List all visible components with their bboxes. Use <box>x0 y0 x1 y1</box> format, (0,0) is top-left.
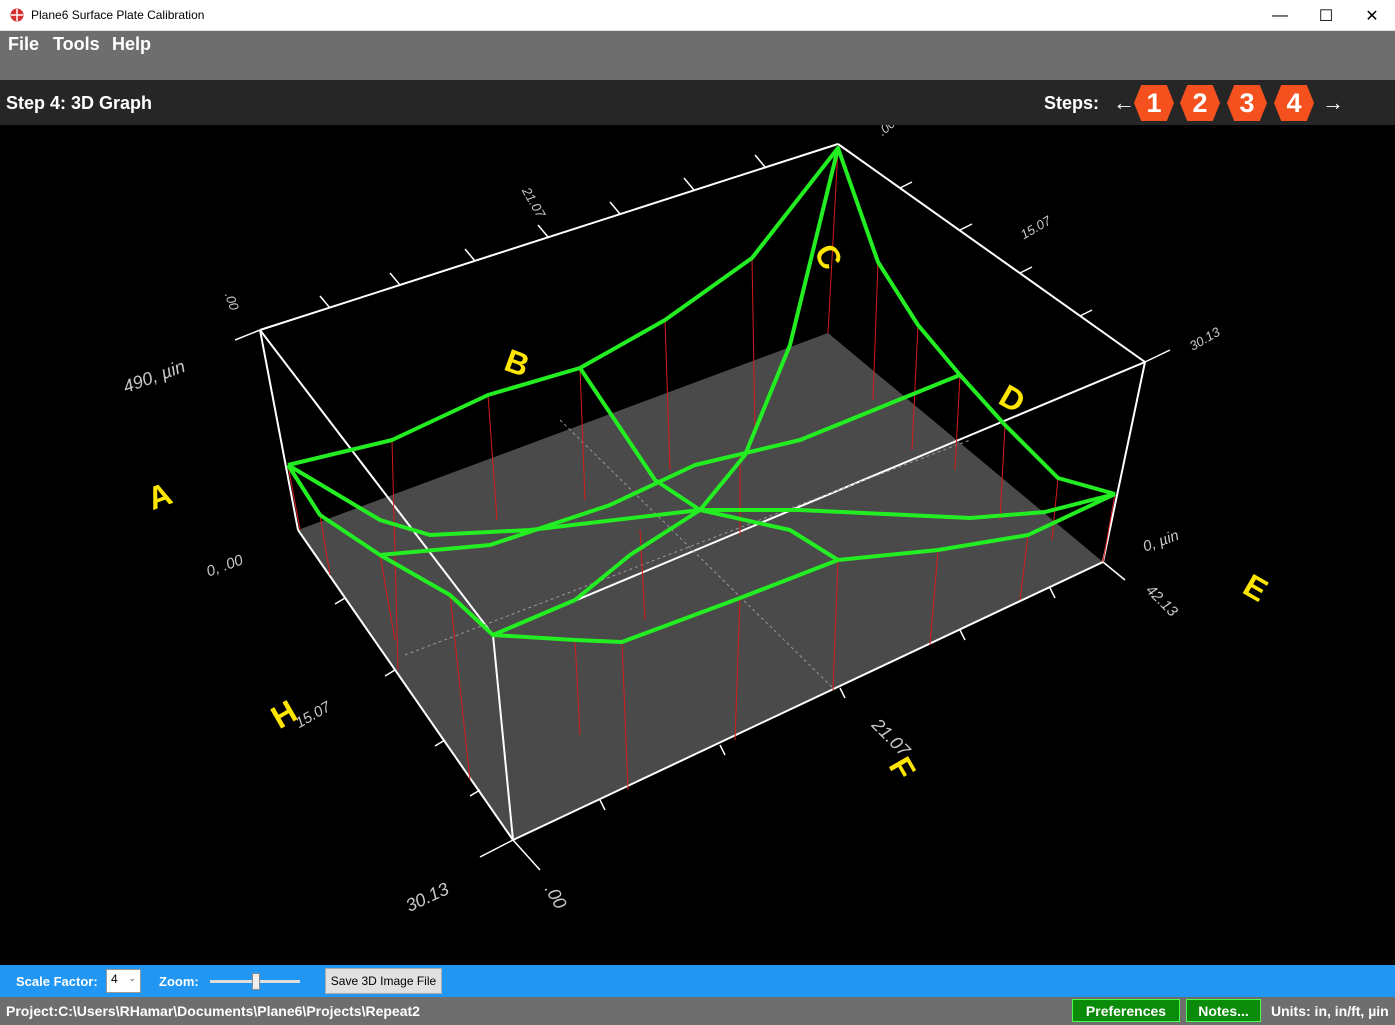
next-step-arrow-icon[interactable]: → <box>1322 90 1344 116</box>
label-a: A <box>143 475 177 517</box>
surface-plot: A B C D E F H 490, µin 0, .00 0, µin .00… <box>120 125 1274 916</box>
axis-value-bottom-left: 30.13 <box>403 879 452 916</box>
prev-step-arrow-icon[interactable]: ← <box>1113 90 1135 116</box>
step-3-button[interactable]: 3 <box>1227 85 1267 121</box>
label-e: E <box>1237 567 1273 609</box>
scale-factor-select[interactable]: 4 ⌄ <box>106 969 141 993</box>
status-bar: Project:C:\Users\RHamar\Documents\Plane6… <box>0 997 1395 1025</box>
window-titlebar: Plane6 Surface Plate Calibration — ☐ ✕ <box>0 0 1395 31</box>
axis-value-right-top: 30.13 <box>1187 324 1223 354</box>
graph-3d-viewport[interactable]: A B C D E F H 490, µin 0, .00 0, µin .00… <box>0 125 1395 965</box>
step-4-button[interactable]: 4 <box>1274 85 1314 121</box>
z-min-label-right: 0, µin <box>1141 527 1182 556</box>
axis-value-top-mid: 21.07 <box>519 184 549 221</box>
maximize-button[interactable]: ☐ <box>1303 0 1349 31</box>
zoom-label: Zoom: <box>159 974 199 989</box>
minimize-button[interactable]: — <box>1257 0 1303 31</box>
step-1-button[interactable]: 1 <box>1134 85 1174 121</box>
steps-label: Steps: <box>1044 93 1100 113</box>
z-max-label: 490, µin <box>120 356 187 397</box>
notes-button[interactable]: Notes... <box>1186 999 1261 1022</box>
window-title: Plane6 Surface Plate Calibration <box>31 8 205 22</box>
menu-tools[interactable]: Tools <box>53 34 100 55</box>
preferences-button[interactable]: Preferences <box>1072 999 1180 1022</box>
axis-value-top-right: .00 <box>875 125 899 139</box>
base-plate <box>298 333 1103 840</box>
units-display: Units: in, in/ft, µin <box>1271 1003 1389 1019</box>
menu-help[interactable]: Help <box>112 34 151 55</box>
graph-toolbar: Scale Factor: 4 ⌄ Zoom: Save 3D Image Fi… <box>0 965 1395 997</box>
menu-file[interactable]: File <box>8 34 39 55</box>
save-image-button[interactable]: Save 3D Image File <box>325 968 442 994</box>
scale-factor-label: Scale Factor: <box>16 974 98 989</box>
chevron-down-icon: ⌄ <box>128 973 136 983</box>
step-2-button[interactable]: 2 <box>1180 85 1220 121</box>
step-header: Step 4: 3D Graph Steps: ← 1 2 3 4 → <box>0 80 1395 125</box>
axis-value-bottom-origin: .00 <box>541 881 571 913</box>
zoom-slider-thumb[interactable] <box>252 973 260 990</box>
axis-value-top-left: .00 <box>222 290 243 313</box>
z-min-label: 0, .00 <box>204 551 246 580</box>
close-button[interactable]: ✕ <box>1349 0 1395 31</box>
axis-value-right-mid: 15.07 <box>1018 213 1054 243</box>
label-b: B <box>500 342 534 384</box>
scale-factor-value: 4 <box>111 972 118 986</box>
menu-bar: File Tools Help <box>0 31 1395 80</box>
app-logo-icon <box>10 8 24 22</box>
axis-value-right-bottom: 42.13 <box>1142 582 1181 621</box>
project-path: Project:C:\Users\RHamar\Documents\Plane6… <box>6 1003 420 1019</box>
axis-value-left-mid: 15.07 <box>293 698 335 732</box>
step-title: Step 4: 3D Graph <box>6 93 153 113</box>
label-d: D <box>993 377 1031 420</box>
